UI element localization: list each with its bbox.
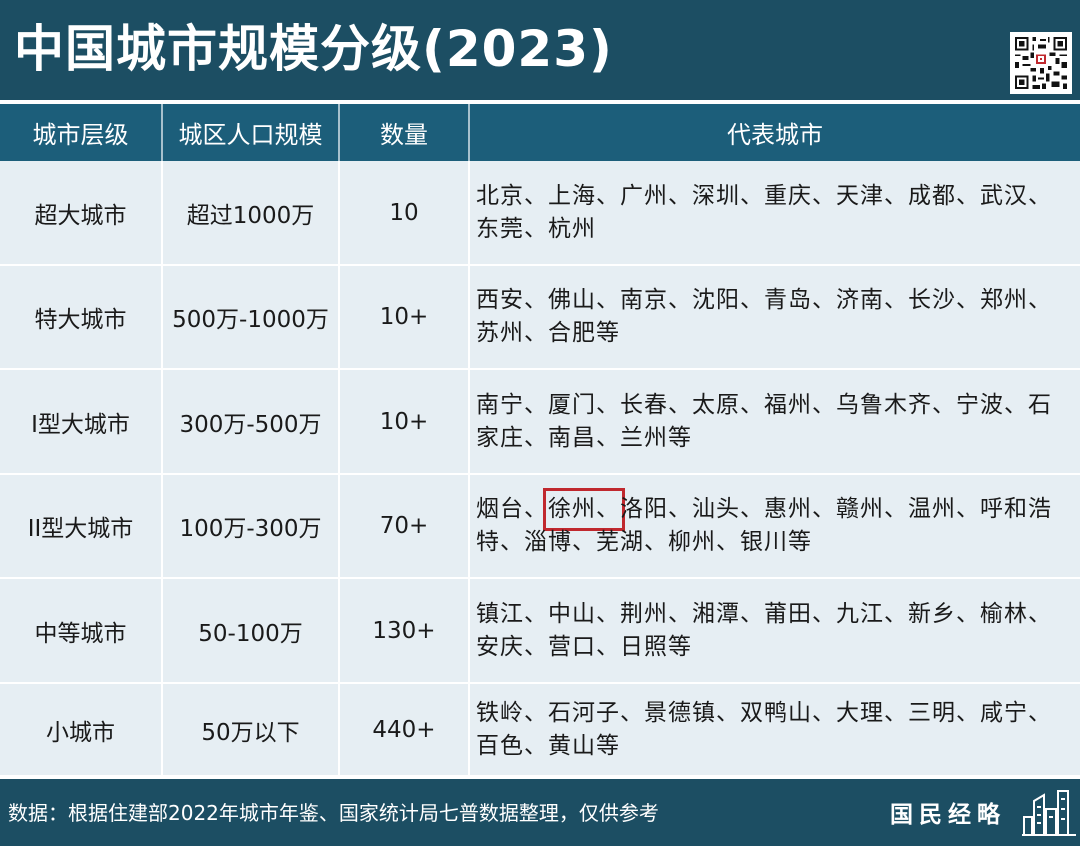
- table-row: I型大城市 300万-500万 10+ 南宁、厦门、长春、太原、福州、乌鲁木齐、…: [0, 369, 1080, 475]
- cities-text: 南宁、厦门、长春、太原、福州、乌鲁木齐、宁波、石家庄、南昌、兰州等: [476, 391, 1052, 451]
- column-header-count: 数量: [339, 104, 470, 161]
- population-cell: 50万以下: [162, 683, 340, 777]
- table-row: 特大城市 500万-1000万 10+ 西安、佛山、南京、沈阳、青岛、济南、长沙…: [0, 265, 1080, 370]
- tier-cell: I型大城市: [0, 369, 163, 475]
- cities-cell: 南宁、厦门、长春、太原、福州、乌鲁木齐、宁波、石家庄、南昌、兰州等: [469, 369, 1080, 475]
- tier-cell: 小城市: [0, 683, 163, 777]
- highlighted-city: 徐州、: [543, 488, 625, 531]
- table-row: II型大城市 100万-300万 70+ 烟台、徐州、洛阳、汕头、惠州、赣州、温…: [0, 474, 1080, 579]
- footer-bar: 数据：根据住建部2022年城市年鉴、国家统计局七普数据整理，仅供参考 国民经略: [0, 779, 1080, 846]
- table-row: 小城市 50万以下 440+ 铁岭、石河子、景德镇、双鸭山、大理、三明、咸宁、百…: [0, 683, 1080, 777]
- tier-cell: 中等城市: [0, 578, 163, 684]
- table-row: 超大城市 超过1000万 10 北京、上海、广州、深圳、重庆、天津、成都、武汉、…: [0, 161, 1080, 266]
- tier-cell: 特大城市: [0, 265, 163, 370]
- cities-text: 镇江、中山、荆州、湘潭、莆田、九江、新乡、榆林、安庆、营口、日照等: [476, 600, 1052, 660]
- page-title: 中国城市规模分级(2023): [14, 20, 613, 78]
- qr-code-icon[interactable]: [1010, 32, 1072, 94]
- count-cell: 10+: [339, 369, 470, 475]
- cities-cell: 北京、上海、广州、深圳、重庆、天津、成都、武汉、东莞、杭州: [469, 161, 1080, 266]
- cities-cell: 镇江、中山、荆州、湘潭、莆田、九江、新乡、榆林、安庆、营口、日照等: [469, 578, 1080, 684]
- city-tier-table: 城市层级 城区人口规模 数量 代表城市 超大城市 超过1000万 10 北京、上…: [0, 104, 1080, 777]
- cities-cell: 烟台、徐州、洛阳、汕头、惠州、赣州、温州、呼和浩特、淄博、芜湖、柳州、银川等: [469, 474, 1080, 579]
- city-skyline-icon: [1022, 790, 1076, 836]
- cities-cell: 西安、佛山、南京、沈阳、青岛、济南、长沙、郑州、苏州、合肥等: [469, 265, 1080, 370]
- population-cell: 100万-300万: [162, 474, 340, 579]
- count-cell: 10: [339, 161, 470, 266]
- tier-cell: 超大城市: [0, 161, 163, 266]
- population-cell: 50-100万: [162, 578, 340, 684]
- column-header-cities: 代表城市: [469, 104, 1080, 161]
- tier-cell: II型大城市: [0, 474, 163, 579]
- cities-text: 铁岭、石河子、景德镇、双鸭山、大理、三明、咸宁、百色、黄山等: [476, 699, 1052, 759]
- column-header-tier: 城市层级: [0, 104, 163, 161]
- header-banner: 中国城市规模分级(2023): [0, 0, 1080, 100]
- population-cell: 500万-1000万: [162, 265, 340, 370]
- count-cell: 70+: [339, 474, 470, 579]
- column-header-population: 城区人口规模: [162, 104, 340, 161]
- cities-text: 烟台、: [476, 496, 548, 522]
- count-cell: 440+: [339, 683, 470, 777]
- cities-cell: 铁岭、石河子、景德镇、双鸭山、大理、三明、咸宁、百色、黄山等: [469, 683, 1080, 777]
- table-header-row: 城市层级 城区人口规模 数量 代表城市: [0, 104, 1080, 161]
- table-row: 中等城市 50-100万 130+ 镇江、中山、荆州、湘潭、莆田、九江、新乡、榆…: [0, 578, 1080, 684]
- brand-name: 国民经略: [890, 801, 1006, 828]
- cities-text: 北京、上海、广州、深圳、重庆、天津、成都、武汉、东莞、杭州: [476, 182, 1052, 242]
- source-note: 数据：根据住建部2022年城市年鉴、国家统计局七普数据整理，仅供参考: [8, 801, 659, 825]
- population-cell: 300万-500万: [162, 369, 340, 475]
- population-cell: 超过1000万: [162, 161, 340, 266]
- count-cell: 130+: [339, 578, 470, 684]
- cities-text: 西安、佛山、南京、沈阳、青岛、济南、长沙、郑州、苏州、合肥等: [476, 287, 1052, 346]
- count-cell: 10+: [339, 265, 470, 370]
